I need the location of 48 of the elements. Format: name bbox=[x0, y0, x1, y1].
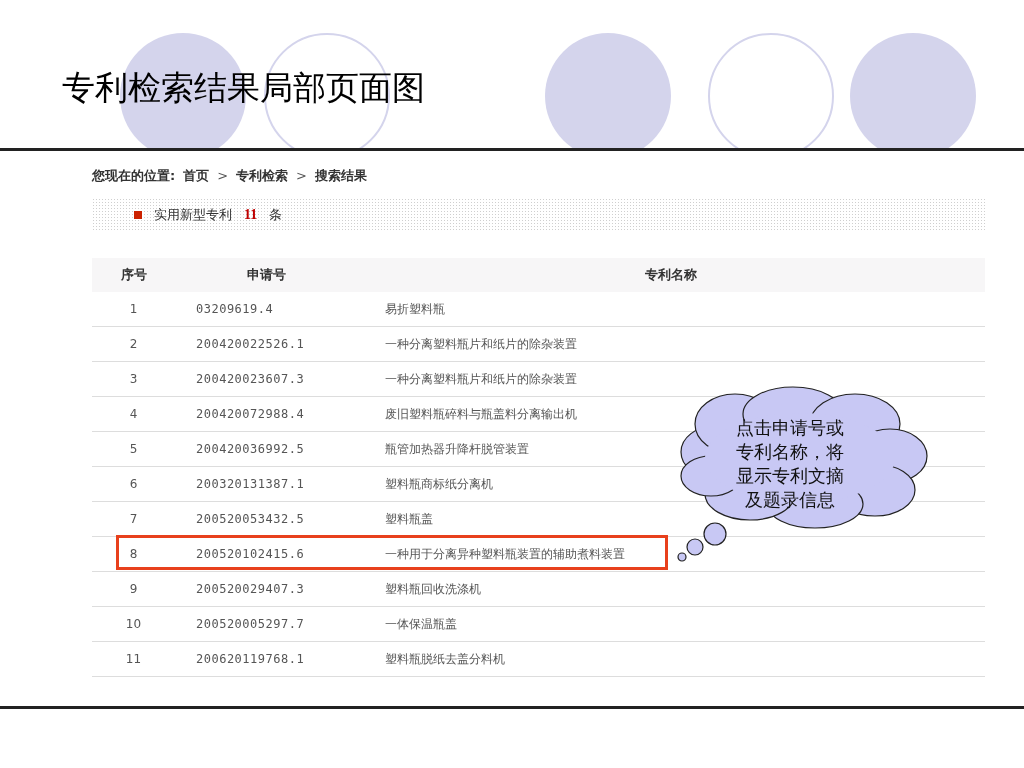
application-number-link[interactable]: 200420023607.3 bbox=[175, 370, 357, 388]
patent-name-link[interactable]: 一种分离塑料瓶片和纸片的除杂装置 bbox=[357, 370, 577, 388]
column-header: 序号 bbox=[119, 266, 148, 285]
row-number: 7 bbox=[128, 511, 139, 528]
patent-name-link[interactable]: 一种用于分离异种塑料瓶装置的辅助煮料装置 bbox=[357, 545, 625, 563]
row-number: 10 bbox=[124, 616, 143, 633]
breadcrumb-link[interactable]: 搜索结果 bbox=[315, 166, 367, 186]
count-unit: 条 bbox=[269, 205, 283, 224]
row-number: 11 bbox=[124, 651, 143, 668]
row-number: 6 bbox=[128, 476, 139, 493]
patent-name-link[interactable]: 塑料瓶回收洗涤机 bbox=[357, 580, 481, 598]
patent-name-link[interactable]: 废旧塑料瓶碎料与瓶盖料分离输出机 bbox=[357, 405, 577, 423]
row-number: 5 bbox=[128, 441, 139, 458]
row-number: 9 bbox=[128, 581, 139, 598]
application-number-link[interactable]: 200520053432.5 bbox=[175, 510, 357, 528]
patent-name-link[interactable]: 塑料瓶商标纸分离机 bbox=[357, 475, 493, 493]
row-number: 3 bbox=[128, 371, 139, 388]
application-number-link[interactable]: 200420072988.4 bbox=[175, 405, 357, 423]
breadcrumb-separator: > bbox=[217, 167, 229, 186]
application-number-link[interactable]: 200520102415.6 bbox=[175, 545, 357, 563]
row-number: 1 bbox=[128, 301, 139, 318]
column-header: 申请号 bbox=[245, 266, 287, 285]
application-number-link[interactable]: 03209619.4 bbox=[175, 300, 357, 318]
result-count: 11 bbox=[244, 206, 258, 224]
callout-text: 点击申请号或 专利名称，将 显示专利文摘 及题录信息 bbox=[735, 417, 845, 512]
application-number-link[interactable]: 200420022526.1 bbox=[175, 335, 357, 353]
column-header: 专利名称 bbox=[644, 266, 698, 285]
application-number-link[interactable]: 200520029407.3 bbox=[175, 580, 357, 598]
application-number-link[interactable]: 200420036992.5 bbox=[175, 440, 357, 458]
breadcrumb-link[interactable]: 首页 bbox=[183, 166, 210, 186]
breadcrumb-separator: > bbox=[296, 167, 307, 186]
row-number: 4 bbox=[128, 406, 139, 423]
slide-title: 专利检索结果局部页面图 bbox=[62, 69, 425, 108]
patent-name-link[interactable]: 易折塑料瓶 bbox=[357, 300, 445, 318]
application-number-link[interactable]: 200520005297.7 bbox=[175, 615, 357, 633]
breadcrumb-label: 您现在的位置: bbox=[92, 167, 176, 186]
application-number-link[interactable]: 200620119768.1 bbox=[175, 650, 357, 668]
row-number: 8 bbox=[128, 546, 139, 563]
patent-name-link[interactable]: 塑料瓶脱纸去盖分料机 bbox=[357, 650, 505, 668]
patent-name-link[interactable]: 塑料瓶盖 bbox=[357, 510, 433, 528]
breadcrumb-link[interactable]: 专利检索 bbox=[236, 166, 289, 186]
bullet-icon bbox=[134, 210, 142, 219]
patent-name-link[interactable]: 一体保温瓶盖 bbox=[357, 615, 457, 633]
application-number-link[interactable]: 200320131387.1 bbox=[175, 475, 357, 493]
patent-name-link[interactable]: 一种分离塑料瓶片和纸片的除杂装置 bbox=[357, 335, 577, 353]
row-number: 2 bbox=[128, 336, 139, 353]
section-label: 实用新型专利 bbox=[154, 205, 232, 224]
patent-name-link[interactable]: 瓶管加热器升降杆脱管装置 bbox=[357, 440, 529, 458]
